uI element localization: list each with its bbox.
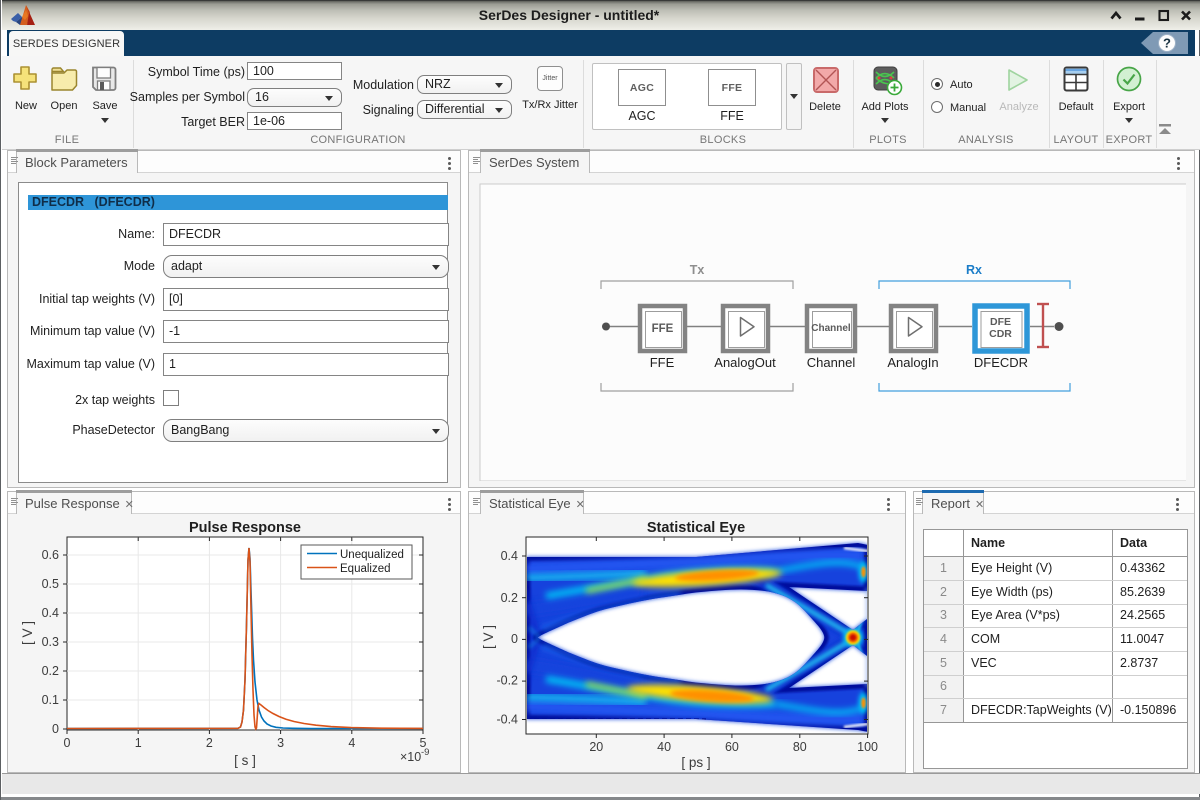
svg-text:2: 2 <box>206 736 213 750</box>
svg-text:DFECDR: DFECDR <box>974 355 1028 370</box>
svg-text:0.4: 0.4 <box>42 606 59 620</box>
svg-text:100: 100 <box>857 740 878 754</box>
svg-text:Unequalized: Unequalized <box>340 549 404 561</box>
svg-text:[ ps ]: [ ps ] <box>681 755 710 770</box>
svg-text:[ V ]: [ V ] <box>481 625 496 649</box>
svg-text:0.3: 0.3 <box>42 635 59 649</box>
svg-text:60: 60 <box>725 740 739 754</box>
svg-text:0.6: 0.6 <box>42 548 59 562</box>
svg-text:3: 3 <box>277 736 284 750</box>
svg-text:0.4: 0.4 <box>501 549 518 563</box>
svg-text:4: 4 <box>348 736 355 750</box>
svg-text:Pulse Response: Pulse Response <box>189 520 301 536</box>
svg-text:0: 0 <box>511 632 518 646</box>
svg-text:-9: -9 <box>421 747 429 758</box>
svg-text:Tx: Tx <box>690 263 705 277</box>
svg-text:?: ? <box>1163 36 1171 51</box>
svg-text:20: 20 <box>589 740 603 754</box>
svg-text:AnalogOut: AnalogOut <box>714 355 776 370</box>
svg-text:40: 40 <box>657 740 671 754</box>
svg-text:FFE: FFE <box>650 355 675 370</box>
svg-text:0.1: 0.1 <box>42 693 59 707</box>
svg-text:AnalogIn: AnalogIn <box>887 355 938 370</box>
svg-text:CDR: CDR <box>989 328 1012 340</box>
svg-text:0: 0 <box>64 736 71 750</box>
svg-text:0.5: 0.5 <box>42 577 59 591</box>
svg-text:[ V ]: [ V ] <box>20 621 35 645</box>
svg-text:1: 1 <box>135 736 142 750</box>
svg-text:Rx: Rx <box>966 263 982 277</box>
svg-text:Channel: Channel <box>807 355 856 370</box>
svg-text:0.2: 0.2 <box>42 664 59 678</box>
svg-text:DFE: DFE <box>990 316 1011 328</box>
svg-text:-0.2: -0.2 <box>496 674 518 688</box>
svg-text:80: 80 <box>793 740 807 754</box>
svg-text:-0.4: -0.4 <box>496 713 518 727</box>
svg-text:Equalized: Equalized <box>340 563 391 575</box>
svg-text:×10: ×10 <box>400 750 421 764</box>
svg-text:0.2: 0.2 <box>501 591 518 605</box>
svg-text:0: 0 <box>52 722 59 736</box>
svg-text:Channel: Channel <box>811 323 851 334</box>
svg-text:[ s ]: [ s ] <box>234 753 256 768</box>
svg-text:FFE: FFE <box>652 323 674 335</box>
svg-text:Statistical Eye: Statistical Eye <box>647 520 745 536</box>
